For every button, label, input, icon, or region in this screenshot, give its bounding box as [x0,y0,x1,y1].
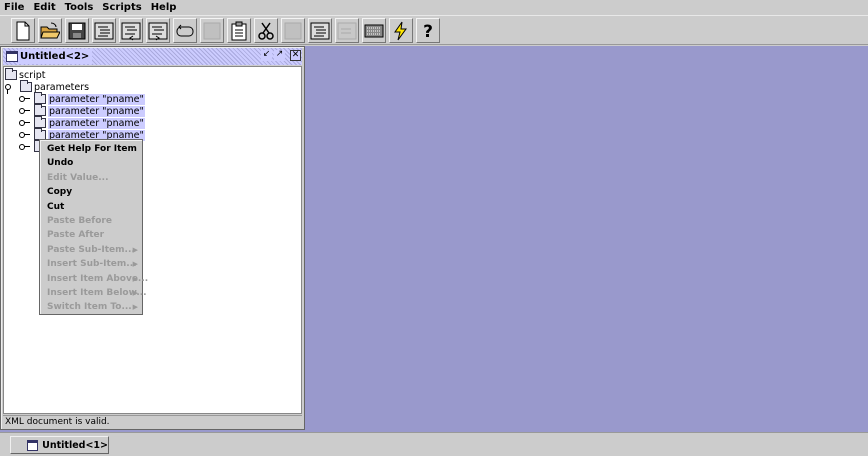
tree-append-button[interactable] [146,18,170,43]
save-button[interactable] [65,18,89,43]
open-button[interactable] [38,18,62,43]
folder-icon [5,68,17,80]
expanded-handle-icon[interactable] [5,82,17,94]
collapsed-handle-icon[interactable] [19,94,31,104]
window-icon [6,51,18,62]
iconify-icon[interactable]: ↙ [261,50,272,61]
menu-item-switch-item[interactable]: Switch Item To... ▶ [40,300,142,314]
lightning-icon [394,21,407,40]
tree-node-label: parameter "pname" [48,93,145,105]
close-icon[interactable]: ✕ [290,50,301,61]
loop-button[interactable] [173,18,197,43]
open-folder-icon [40,22,60,38]
menu-item-insert-sub-item[interactable]: Insert Sub-Item... ▶ [40,257,142,271]
menu-item-insert-below[interactable]: Insert Item Below... ▶ [40,286,147,300]
keyboard-button[interactable] [362,18,386,43]
maximize-icon[interactable]: ↗ [274,50,285,61]
tree-insert-button[interactable] [119,18,143,43]
tree-paste-button[interactable] [308,18,332,43]
status-bar: XML document is valid. [3,415,302,428]
tree-item-button[interactable] [92,18,116,43]
new-document-icon [16,21,30,40]
menu-item-undo[interactable]: Undo [40,156,142,170]
tree-insert-icon [121,22,141,40]
menu-item-paste-before[interactable]: Paste Before [40,214,142,228]
svg-text:?: ? [423,22,433,41]
menu-item-get-help[interactable]: Get Help For Item [40,142,142,156]
folder-icon [20,80,32,92]
menu-item-edit-value[interactable]: Edit Value... [40,171,142,185]
menu-item-label: Paste Sub-Item... [47,244,135,255]
dock-item-label: Untitled<1> [42,439,108,451]
disabled-button[interactable] [200,18,224,43]
help-button[interactable]: ? [416,18,440,43]
folder-icon [34,92,46,104]
tree-node-parameters[interactable]: parameters [5,80,90,94]
paste-icon [284,22,302,39]
window-title: Untitled<2> [18,49,93,64]
cut-button[interactable] [254,18,278,43]
loop-icon [176,24,194,36]
window-titlebar[interactable]: Untitled<2> ↙ ↗ ✕ [3,48,302,65]
menu-item-copy[interactable]: Copy [40,185,142,199]
tree-node-label: parameter "pname" [48,105,145,117]
menu-scripts[interactable]: Scripts [102,0,141,15]
submenu-arrow-icon: ▶ [132,260,138,269]
menu-item-paste-after[interactable]: Paste After [40,228,142,242]
tree-node-label: parameter "pname" [48,117,145,129]
collapsed-handle-icon[interactable] [19,106,31,116]
menubar: File Edit Tools Scripts Help [0,0,868,15]
save-disk-icon [68,22,86,39]
submenu-arrow-icon: ▶ [132,245,138,254]
tree-append-icon [148,22,168,40]
menu-tools[interactable]: Tools [65,0,94,15]
tree-paste-icon [310,22,330,39]
toolbar: ? [0,15,868,45]
menu-item-paste-sub-item[interactable]: Paste Sub-Item... ▶ [40,243,142,257]
window-dock: Untitled<1> [0,432,868,456]
menu-file[interactable]: File [4,0,24,15]
menu-item-cut[interactable]: Cut [40,200,142,214]
menu-item-label: Switch Item To... [47,302,132,313]
collapsed-handle-icon[interactable] [19,142,31,152]
tree-disabled-button[interactable] [335,18,359,43]
keyboard-icon [364,24,384,37]
context-menu: Get Help For Item Undo Edit Value... Cop… [39,139,148,315]
menu-item-insert-above[interactable]: Insert Item Above... ▶ [40,272,148,286]
submenu-arrow-icon: ▶ [132,274,138,283]
help-question-icon: ? [423,22,433,41]
blank-icon [203,22,221,39]
menu-edit[interactable]: Edit [33,0,55,15]
clipboard-button[interactable] [227,18,251,43]
window-icon [27,439,39,451]
submenu-arrow-icon: ▶ [132,288,138,297]
tree-disabled-icon [337,22,357,39]
submenu-arrow-icon: ▶ [132,303,138,312]
dock-item-untitled-1[interactable]: Untitled<1> [10,436,109,454]
menu-item-label: Insert Sub-Item... [47,259,137,270]
clipboard-icon [231,21,247,40]
collapsed-handle-icon[interactable] [19,118,31,128]
folder-icon [34,116,46,128]
lightning-button[interactable] [389,18,413,43]
menu-help[interactable]: Help [151,0,177,15]
scissors-icon [258,22,274,40]
folder-icon [34,104,46,116]
tree-node-label: script [19,69,46,81]
paste-button[interactable] [281,18,305,43]
tree-node-label: parameters [34,81,90,93]
collapsed-handle-icon[interactable] [19,130,31,140]
new-document-button[interactable] [11,18,35,43]
tree-item-icon [94,22,114,39]
